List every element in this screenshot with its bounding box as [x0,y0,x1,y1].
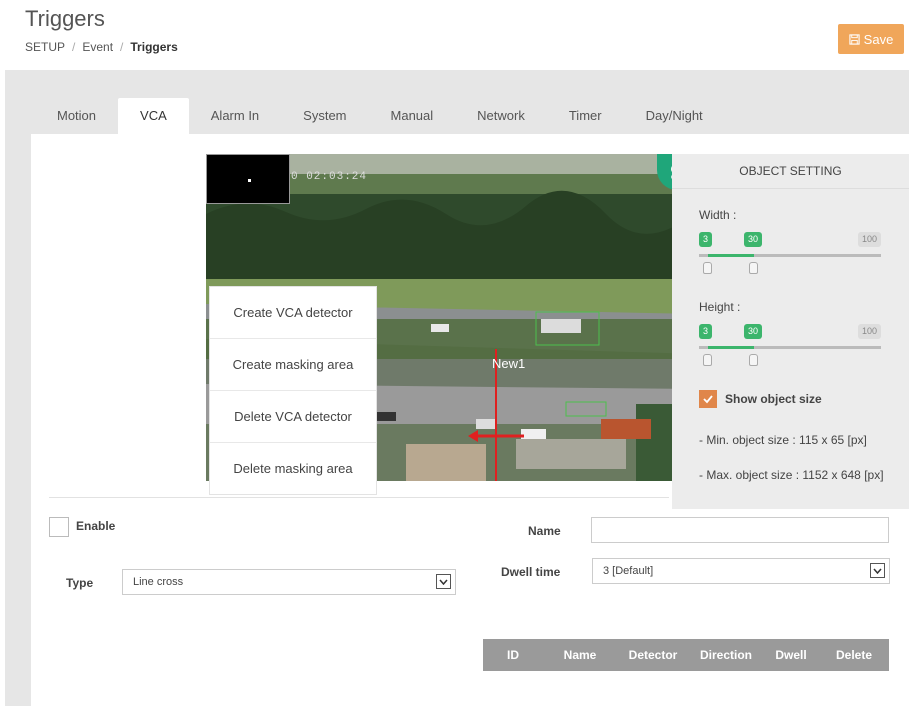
show-object-size-toggle[interactable]: Show object size [699,390,822,408]
tab-timer[interactable]: Timer [547,98,624,134]
show-object-size-checkbox[interactable] [699,390,717,408]
page-title: Triggers [25,6,105,31]
column-delete: Delete [835,648,873,662]
column-name: Name [563,648,597,662]
tab-motion[interactable]: Motion [35,98,118,134]
show-object-size-label: Show object size [725,392,822,406]
object-setting-title: OBJECT SETTING [672,154,909,189]
width-scale-max: 100 [857,232,881,247]
breadcrumb: SETUP / Event / Triggers [25,40,178,54]
name-label: Name [528,524,561,538]
object-setting-panel: OBJECT SETTING Width : 3 30 100 Height :… [672,154,909,509]
min-object-size: - Min. object size : 115 x 65 [px] [699,433,867,447]
chevron-down-icon [870,563,885,578]
tab-bar: Motion VCA Alarm In System Manual Networ… [35,98,725,134]
height-slider[interactable]: 3 30 100 [699,324,881,368]
tab-system[interactable]: System [281,98,368,134]
height-max-value: 30 [744,324,763,339]
checkmark-icon [703,395,713,404]
tab-network[interactable]: Network [455,98,547,134]
type-select[interactable]: Line cross [122,569,456,595]
type-label: Type [66,576,94,590]
dwell-time-label: Dwell time [501,565,561,579]
height-scale-max: 100 [857,324,881,339]
breadcrumb-event[interactable]: Event [82,40,113,54]
height-min-handle[interactable] [703,354,712,366]
height-label: Height : [699,300,741,314]
menu-delete-vca-detector[interactable]: Delete VCA detector [210,391,376,443]
breadcrumb-setup[interactable]: SETUP [25,40,65,54]
name-input[interactable] [591,517,889,543]
vca-content: 0 02:03:24 New1 Create VCA detector Crea… [31,134,909,706]
tab-vca[interactable]: VCA [118,98,189,134]
save-button[interactable]: Save [838,24,904,54]
column-detector: Detector [628,648,678,662]
tab-alarm-in[interactable]: Alarm In [189,98,281,134]
column-direction: Direction [699,648,752,662]
column-id: ID [507,648,519,662]
tab-manual[interactable]: Manual [369,98,456,134]
width-max-value: 30 [744,232,763,247]
dwell-time-select[interactable]: 3 [Default] [592,558,890,584]
menu-create-vca-detector[interactable]: Create VCA detector [210,287,376,339]
context-menu: Create VCA detector Create masking area … [209,286,377,495]
osd-privacy-mask [206,154,290,204]
enable-checkbox[interactable] [49,517,69,537]
enable-label: Enable [76,519,116,533]
menu-create-masking-area[interactable]: Create masking area [210,339,376,391]
type-select-value: Line cross [133,576,184,588]
save-label: Save [863,31,894,47]
detector-label: New1 [492,356,526,371]
tab-day-night[interactable]: Day/Night [624,98,725,134]
breadcrumb-current: Triggers [130,40,178,54]
dwell-time-value: 3 [Default] [603,565,654,577]
width-min-value: 3 [699,232,713,247]
width-max-handle[interactable] [749,262,758,274]
height-max-handle[interactable] [749,354,758,366]
width-min-handle[interactable] [703,262,712,274]
width-slider[interactable]: 3 30 100 [699,232,881,276]
osd-timestamp: 0 02:03:24 [291,171,368,183]
width-label: Width : [699,208,737,222]
menu-delete-masking-area[interactable]: Delete masking area [210,443,376,494]
chevron-down-icon [436,574,451,589]
column-dwell: Dwell [775,648,807,662]
floppy-disk-icon [849,33,860,45]
triggers-panel: Motion VCA Alarm In System Manual Networ… [5,70,909,706]
form-divider [49,497,669,498]
height-min-value: 3 [699,324,713,339]
max-object-size: - Max. object size : 1152 x 648 [px] [699,468,884,482]
detector-table-header: ID Name Detector Direction Dwell Delete [483,639,889,671]
